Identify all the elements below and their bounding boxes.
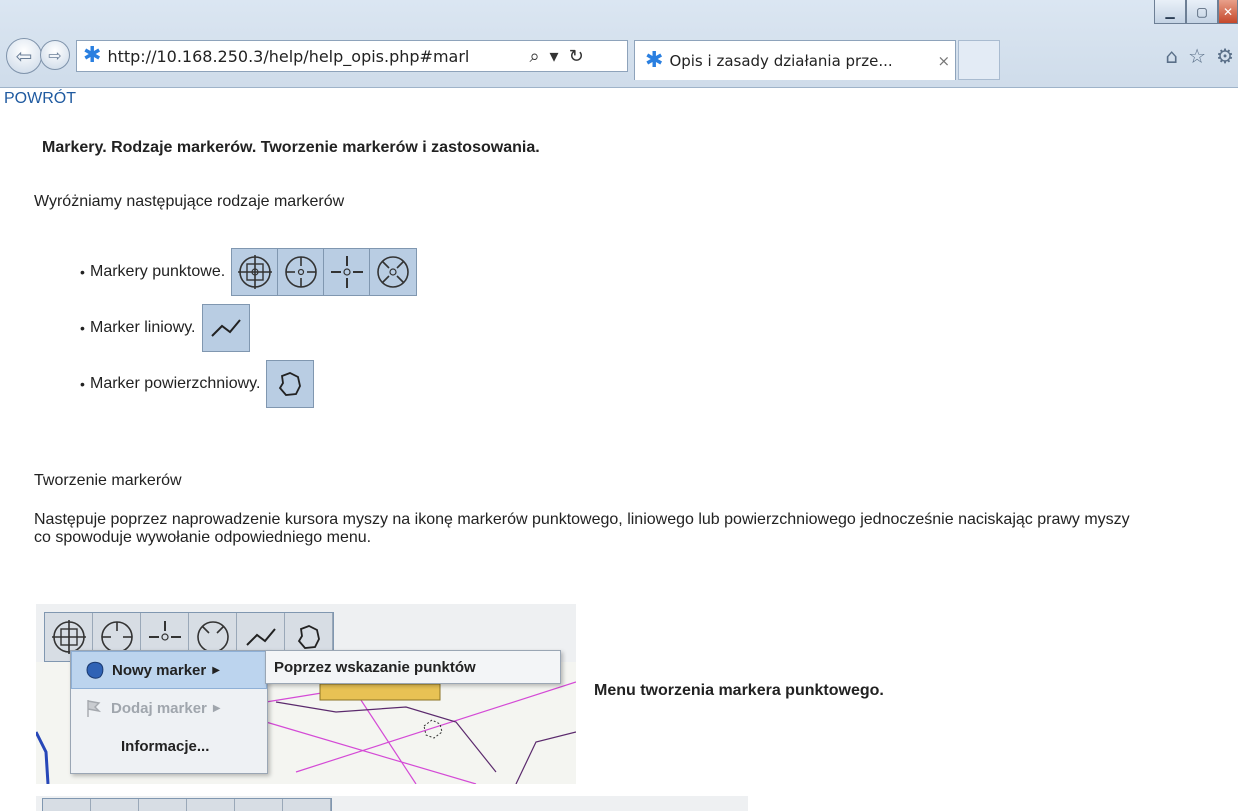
figure-caption: Menu tworzenia markera punktowego. bbox=[594, 682, 884, 699]
ie-star-icon: ✱ bbox=[645, 47, 664, 73]
menu-item-add-marker[interactable]: Dodaj marker ▶ bbox=[71, 689, 267, 727]
favorites-icon[interactable]: ☆ bbox=[1188, 44, 1206, 68]
polygon-icon bbox=[267, 361, 313, 407]
crosshair-quad-icon bbox=[232, 249, 279, 295]
polygon-icon bbox=[283, 799, 331, 811]
crosshair-diagonal-icon bbox=[370, 249, 416, 295]
address-bar[interactable]: ✱ http://10.168.250.3/help/help_opis.php… bbox=[76, 40, 628, 72]
tab-title: Opis i zasady działania prze... bbox=[669, 51, 893, 70]
polyline-icon bbox=[203, 305, 249, 351]
point-marker-icons bbox=[231, 248, 418, 296]
flag-icon bbox=[87, 700, 102, 717]
window-controls: ▁ ▢ ✕ bbox=[1154, 0, 1238, 28]
maximize-button[interactable]: ▢ bbox=[1186, 0, 1218, 24]
back-button[interactable]: ⇦ bbox=[6, 38, 42, 74]
minimize-button[interactable]: ▁ bbox=[1154, 0, 1186, 24]
list-item-label: Markery punktowe. bbox=[90, 263, 226, 280]
submenu-item-label: Poprzez wskazanie punktów bbox=[274, 658, 476, 676]
crosshair-tick-icon bbox=[324, 249, 371, 295]
context-menu: Nowy marker ▶ Dodaj marker ▶ Informacje.… bbox=[70, 650, 268, 774]
ie-star-icon: ✱ bbox=[83, 43, 102, 68]
list-item: Marker liniowy. bbox=[80, 304, 417, 352]
intro-text: Wyróżniamy następujące rodzaje markerów bbox=[34, 193, 345, 210]
search-icon[interactable]: ⌕ bbox=[529, 46, 539, 67]
menu-item-new-marker[interactable]: Nowy marker ▶ bbox=[71, 651, 267, 689]
menu-item-label: Nowy marker bbox=[112, 661, 207, 679]
crosshair-diagonal-icon bbox=[187, 799, 235, 811]
menu-screenshot: Nowy marker ▶ Dodaj marker ▶ Informacje.… bbox=[36, 604, 576, 784]
menu-item-label: Dodaj marker bbox=[111, 699, 207, 717]
crosshair-tick-icon bbox=[139, 799, 187, 811]
browser-toolbar-icons: ⌂ ☆ ⚙ bbox=[1165, 44, 1234, 68]
tab-active[interactable]: ✱ Opis i zasady działania prze... × bbox=[634, 40, 956, 80]
gear-icon[interactable]: ⚙ bbox=[1216, 44, 1234, 68]
address-tools: ⌕ ▾ ↻ bbox=[529, 46, 583, 67]
crosshair-quad-icon bbox=[43, 799, 91, 811]
list-item: Marker powierzchniowy. bbox=[80, 360, 417, 408]
menu-screenshot-2 bbox=[36, 796, 748, 811]
area-marker-icons bbox=[266, 360, 315, 408]
list-item-label: Marker powierzchniowy. bbox=[90, 375, 261, 392]
page-title: Markery. Rodzaje markerów. Tworzenie mar… bbox=[42, 139, 540, 156]
menu-item-info[interactable]: Informacje... bbox=[71, 727, 267, 765]
new-tab-button[interactable] bbox=[958, 40, 1000, 80]
submenu-item-by-points[interactable]: Poprzez wskazanie punktów bbox=[265, 650, 561, 684]
crosshair-circle-icon bbox=[278, 249, 325, 295]
back-link[interactable]: POWRÓT bbox=[4, 90, 76, 108]
section-heading: Tworzenie markerów bbox=[34, 472, 182, 489]
line-marker-icons bbox=[201, 304, 250, 352]
list-item: Markery punktowe. bbox=[80, 248, 418, 296]
description: Następuje poprzez naprowadzenie kursora … bbox=[34, 511, 1214, 547]
chevron-down-icon[interactable]: ▾ bbox=[550, 46, 559, 67]
crosshair-circle-icon bbox=[91, 799, 139, 811]
close-icon[interactable]: × bbox=[937, 52, 950, 70]
menu-item-label: Informacje... bbox=[121, 737, 210, 755]
polyline-icon bbox=[235, 799, 283, 811]
chevron-right-icon: ▶ bbox=[212, 702, 221, 714]
forward-button[interactable]: ⇨ bbox=[40, 40, 70, 70]
home-icon[interactable]: ⌂ bbox=[1165, 44, 1178, 68]
description-line: Następuje poprzez naprowadzenie kursora … bbox=[34, 511, 1130, 528]
description-line: co spowoduje wywołanie odpowiedniego men… bbox=[34, 529, 372, 546]
url-text[interactable]: http://10.168.250.3/help/help_opis.php#m… bbox=[107, 47, 519, 66]
chevron-right-icon: ▶ bbox=[212, 664, 220, 676]
browser-chrome: ▁ ▢ ✕ ⇦ ⇨ ✱ http://10.168.250.3/help/hel… bbox=[0, 0, 1238, 88]
close-window-button[interactable]: ✕ bbox=[1218, 0, 1238, 24]
refresh-icon[interactable]: ↻ bbox=[569, 46, 584, 67]
marker-toolbar bbox=[42, 798, 332, 811]
blob-icon bbox=[86, 661, 104, 679]
list-item-label: Marker liniowy. bbox=[90, 319, 196, 336]
marker-types-list: Markery punktowe. Marker liniowy. Marker… bbox=[80, 248, 418, 408]
